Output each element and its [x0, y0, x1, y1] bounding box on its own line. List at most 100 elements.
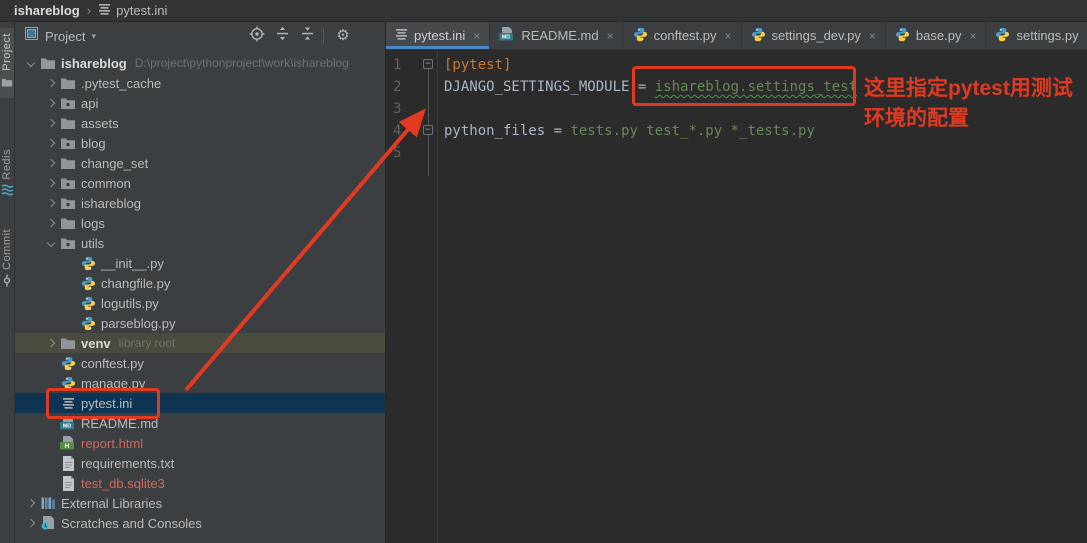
chevron-right-icon[interactable]	[43, 80, 59, 86]
tree-item-ishareblog[interactable]: ishareblog D:\project\pythonproject\work\…	[15, 53, 385, 73]
tree-item-label: test_db.sqlite3	[81, 476, 165, 491]
tree-item-api[interactable]: api	[15, 93, 385, 113]
code-token: python_files	[444, 123, 554, 139]
folder-icon	[59, 76, 77, 91]
package-icon	[59, 236, 77, 251]
tree-item-label: changfile.py	[101, 276, 170, 291]
tab-base-py[interactable]: base.py×	[886, 22, 987, 49]
breadcrumb-chevron-icon: ›	[87, 3, 91, 18]
settings-button[interactable]: ⚙	[332, 26, 354, 46]
tree-item-label: conftest.py	[81, 356, 144, 371]
python-icon	[79, 296, 97, 311]
collapse-all-button[interactable]	[296, 26, 318, 46]
breadcrumb-file[interactable]: pytest.ini	[116, 3, 167, 18]
close-icon[interactable]: ×	[869, 29, 876, 43]
tree-item-logs[interactable]: logs	[15, 213, 385, 233]
close-icon[interactable]: ×	[607, 29, 614, 43]
project-tool-window: Project ▾ ⚙ ishareblog D:\project\pythonp…	[15, 22, 386, 543]
tree-item-assets[interactable]: assets	[15, 113, 385, 133]
ini-file-icon	[98, 2, 111, 20]
annotation-box-editor	[632, 66, 856, 106]
tree-item-label: parseblog.py	[101, 316, 175, 331]
chevron-right-icon[interactable]	[43, 120, 59, 126]
chevron-right-icon[interactable]	[43, 220, 59, 226]
tree-item-ishareblog[interactable]: ishareblog	[15, 193, 385, 213]
tree-item-suffix: D:\project\pythonproject\work\ishareblog	[135, 56, 349, 70]
tree-item-venv[interactable]: venvlibrary root	[15, 333, 385, 353]
tree-item-test-db-sqlite3[interactable]: test_db.sqlite3	[15, 473, 385, 493]
tree-item-conftest-py[interactable]: conftest.py	[15, 353, 385, 373]
close-icon[interactable]: ×	[969, 29, 976, 43]
tab-label: settings.py	[1016, 28, 1078, 43]
tree-item-report-html[interactable]: Hreport.html	[15, 433, 385, 453]
fold-marker-icon[interactable]: −	[423, 125, 433, 135]
tree-item-changfile-py[interactable]: changfile.py	[15, 273, 385, 293]
close-icon[interactable]: ×	[473, 29, 480, 43]
tree-item-label: utils	[81, 236, 104, 251]
tree-item-change-set[interactable]: change_set	[15, 153, 385, 173]
breadcrumb: ishareblog › pytest.ini	[0, 0, 1087, 22]
python-icon	[751, 27, 766, 45]
tree-item-label: report.html	[81, 436, 143, 451]
txt-icon	[59, 476, 77, 491]
chevron-right-icon[interactable]	[23, 500, 39, 506]
tree-item-common[interactable]: common	[15, 173, 385, 193]
tree-item-scratches-and-consoles[interactable]: Scratches and Consoles	[15, 513, 385, 533]
tree-item-label: blog	[81, 136, 106, 151]
tree-item-parseblog-py[interactable]: parseblog.py	[15, 313, 385, 333]
tab-readme-md[interactable]: MD README.md ×	[490, 22, 623, 49]
tab-settings-py[interactable]: settings.py×	[986, 22, 1087, 49]
fold-marker-icon[interactable]: −	[423, 59, 433, 69]
tree-item-blog[interactable]: blog	[15, 133, 385, 153]
tree-item-label: assets	[81, 116, 119, 131]
chevron-right-icon[interactable]	[23, 520, 39, 526]
chevron-right-icon[interactable]	[43, 100, 59, 106]
tool-strip-item-project[interactable]: Project	[0, 28, 14, 98]
chevron-right-icon[interactable]	[43, 160, 59, 166]
tree-item--init-py[interactable]: __init__.py	[15, 253, 385, 273]
locate-button[interactable]	[246, 26, 268, 46]
chevron-right-icon[interactable]	[43, 140, 59, 146]
hide-panel-button[interactable]	[357, 26, 379, 46]
project-view-icon	[25, 27, 38, 45]
chevron-down-icon[interactable]: ▾	[91, 31, 96, 42]
code-token: tests.py test_*.py *_tests.py	[570, 123, 814, 139]
tree-item-label: __init__.py	[101, 256, 164, 271]
md-icon: MD	[499, 27, 515, 44]
project-panel-title[interactable]: Project	[45, 29, 85, 44]
tree-item-utils[interactable]: utils	[15, 233, 385, 253]
line-number: 3	[386, 98, 437, 120]
tree-item-label: venv	[81, 336, 111, 351]
annotation-note-line1: 这里指定pytest用测试	[864, 74, 1073, 104]
expand-all-button[interactable]	[271, 26, 293, 46]
tool-strip-item-redis[interactable]: Redis	[0, 144, 14, 207]
breadcrumb-project[interactable]: ishareblog	[14, 3, 80, 18]
editor-tabs: pytest.ini×MDREADME.md×conftest.py×setti…	[386, 22, 1087, 50]
tab-label: README.md	[521, 28, 598, 43]
chevron-down-icon[interactable]	[23, 60, 39, 66]
left-tool-strip: Project Redis Commit	[0, 22, 15, 543]
project-folder-icon	[1, 75, 13, 93]
chevron-right-icon[interactable]	[43, 200, 59, 206]
tab-pytest-ini[interactable]: pytest.ini×	[386, 22, 490, 49]
tree-item-requirements-txt[interactable]: requirements.txt	[15, 453, 385, 473]
annotation-box-tree	[46, 388, 160, 419]
tab-settings-dev-py[interactable]: settings_dev.py×	[742, 22, 886, 49]
tree-item-external-libraries[interactable]: External Libraries	[15, 493, 385, 513]
tool-strip-label: Project	[1, 33, 13, 71]
annotation-note: 这里指定pytest用测试 环境的配置	[864, 74, 1073, 134]
chevron-right-icon[interactable]	[43, 340, 59, 346]
code-area[interactable]: [pytest]DJANGO_SETTINGS_MODULE = ishareb…	[438, 50, 857, 543]
tree-item-label: ishareblog	[61, 56, 127, 71]
close-icon[interactable]: ×	[725, 29, 732, 43]
folder-icon	[59, 116, 77, 131]
line-number: 4−	[386, 120, 437, 142]
tab-conftest-py[interactable]: conftest.py×	[624, 22, 742, 49]
tool-strip-item-commit[interactable]: Commit	[0, 224, 14, 297]
chevron-down-icon[interactable]	[43, 240, 59, 246]
python-icon	[633, 27, 648, 45]
tree-item-logutils-py[interactable]: logutils.py	[15, 293, 385, 313]
tree-item--pytest-cache[interactable]: .pytest_cache	[15, 73, 385, 93]
chevron-right-icon[interactable]	[43, 180, 59, 186]
svg-text:MD: MD	[502, 35, 511, 41]
